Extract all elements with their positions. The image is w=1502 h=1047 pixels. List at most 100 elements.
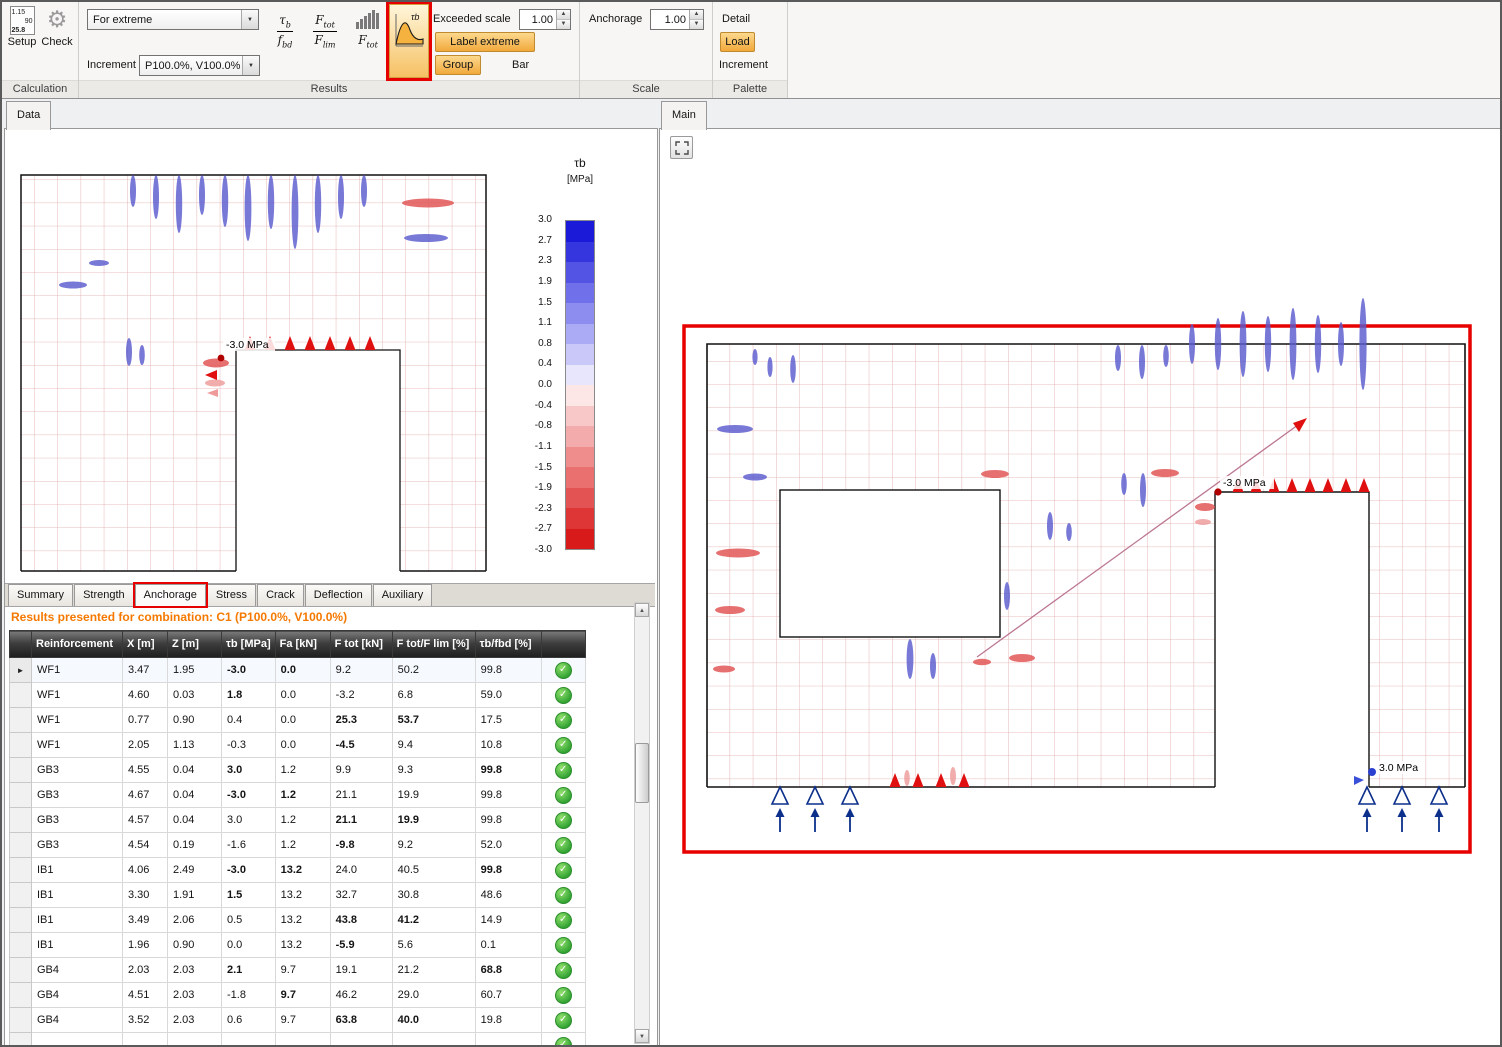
scroll-up-icon[interactable]: ▲ <box>635 603 649 617</box>
tab-main[interactable]: Main <box>661 101 707 130</box>
row-selector[interactable] <box>10 933 32 958</box>
table-row[interactable]: IB14.062.49-3.013.224.040.599.8✓ <box>10 858 586 883</box>
table-cell: 0.19 <box>168 833 222 858</box>
column-header[interactable]: Fa [kN] <box>275 631 330 658</box>
column-header[interactable]: Reinforcement <box>32 631 123 658</box>
table-cell: 59.0 <box>475 683 541 708</box>
row-selector[interactable] <box>10 858 32 883</box>
row-selector[interactable] <box>10 808 32 833</box>
table-cell: 9.9 <box>330 758 392 783</box>
column-header[interactable]: τb/fbd [%] <box>475 631 541 658</box>
row-selector[interactable] <box>10 908 32 933</box>
status-ok-icon: ✓ <box>555 837 572 854</box>
row-selector[interactable] <box>10 983 32 1008</box>
row-selector[interactable] <box>10 708 32 733</box>
status-cell: ✓ <box>541 958 585 983</box>
setup-icon: 1.15 90 25.8 <box>10 6 35 35</box>
colorbar-tick: 1.5 <box>538 297 552 308</box>
setup-button[interactable]: 1.15 90 25.8 Setup <box>5 6 39 62</box>
check-button[interactable]: ⚙ Check <box>40 6 74 62</box>
increment-select[interactable]: P100.0%, V100.0% ▼ <box>139 55 260 76</box>
column-header[interactable]: F tot [kN] <box>330 631 392 658</box>
row-selector[interactable] <box>10 833 32 858</box>
row-selector[interactable] <box>10 783 32 808</box>
table-cell: 48.6 <box>475 883 541 908</box>
ftot-over-flim-button[interactable]: Ftot Flim <box>305 8 345 54</box>
header-selector[interactable] <box>10 631 32 658</box>
ftot-button[interactable]: Ftot <box>349 8 387 60</box>
table-cell: 1.5 <box>222 883 276 908</box>
row-selector[interactable] <box>10 958 32 983</box>
group-button[interactable]: Group <box>435 55 481 75</box>
palette-increment-option[interactable]: Increment <box>719 59 768 71</box>
colorbar-tick: 1.9 <box>538 276 552 287</box>
table-row[interactable]: WF12.051.13-0.30.0-4.59.410.8✓ <box>10 733 586 758</box>
table-row[interactable]: IB11.960.900.013.2-5.95.60.1✓ <box>10 933 586 958</box>
table-row[interactable]: GB42.032.032.19.719.121.268.8✓ <box>10 958 586 983</box>
result-tab-strength[interactable]: Strength <box>74 584 134 606</box>
table-cell: 21.1 <box>330 808 392 833</box>
exceeded-scale-spinner[interactable]: 1.00 ▲▼ <box>519 9 571 30</box>
table-row[interactable]: GB34.570.043.01.221.119.999.8✓ <box>10 808 586 833</box>
tab-data[interactable]: Data <box>6 101 51 130</box>
header-status[interactable] <box>541 631 585 658</box>
table-cell: 40.0 <box>392 1008 475 1033</box>
table-cell: 2.49 <box>168 858 222 883</box>
result-tab-summary[interactable]: Summary <box>8 584 73 606</box>
spin-up-icon[interactable]: ▲ <box>557 10 570 20</box>
table-scrollbar[interactable]: ▲ ▼ <box>634 602 650 1044</box>
row-selector[interactable] <box>10 1033 32 1047</box>
tb-diagram-button[interactable]: τb <box>389 4 429 78</box>
spin-up-icon[interactable]: ▲ <box>690 10 703 20</box>
increment-label: Increment <box>87 59 136 71</box>
table-cell <box>330 1033 392 1047</box>
result-tab-deflection[interactable]: Deflection <box>305 584 372 606</box>
table-cell: 1.8 <box>222 683 276 708</box>
scroll-down-icon[interactable]: ▼ <box>635 1029 649 1043</box>
palette-load-button[interactable]: Load <box>720 32 755 52</box>
table-row[interactable]: GB44.512.03-1.89.746.229.060.7✓ <box>10 983 586 1008</box>
fit-view-button[interactable] <box>670 136 693 159</box>
table-row[interactable]: GB34.540.19-1.61.2-9.89.252.0✓ <box>10 833 586 858</box>
spin-down-icon[interactable]: ▼ <box>557 20 570 29</box>
column-header[interactable]: X [m] <box>123 631 168 658</box>
result-tab-anchorage[interactable]: Anchorage <box>135 584 206 606</box>
result-tab-stress[interactable]: Stress <box>207 584 256 606</box>
table-row[interactable]: ✓ <box>10 1033 586 1047</box>
ribbon-spacer <box>788 2 1500 98</box>
row-selector[interactable]: ► <box>10 658 32 683</box>
anchorage-scale-spinner[interactable]: 1.00 ▲▼ <box>650 9 704 30</box>
column-header[interactable]: τb [MPa] <box>222 631 276 658</box>
row-selector[interactable] <box>10 883 32 908</box>
palette-detail-option[interactable]: Detail <box>722 13 750 25</box>
table-row[interactable]: ►WF13.471.95-3.00.09.250.299.8✓ <box>10 658 586 683</box>
colorbar-tick: -0.8 <box>535 420 552 431</box>
result-tab-auxiliary[interactable]: Auxiliary <box>373 584 433 606</box>
extreme-select[interactable]: For extreme ▼ <box>87 9 259 30</box>
tb-over-fbd-button[interactable]: τb fbd <box>267 8 303 54</box>
extreme-point-positive <box>1368 768 1376 776</box>
row-selector[interactable] <box>10 1008 32 1033</box>
row-selector[interactable] <box>10 683 32 708</box>
table-row[interactable]: IB13.301.911.513.232.730.848.6✓ <box>10 883 586 908</box>
app-window: 1.15 90 25.8 Setup ⚙ Check Calculation F… <box>0 0 1502 1047</box>
table-row[interactable]: GB34.550.043.01.29.99.399.8✓ <box>10 758 586 783</box>
table-cell <box>392 1033 475 1047</box>
table-row[interactable]: GB34.670.04-3.01.221.119.999.8✓ <box>10 783 586 808</box>
table-cell: 99.8 <box>475 658 541 683</box>
spin-down-icon[interactable]: ▼ <box>690 20 703 29</box>
column-header[interactable]: Z [m] <box>168 631 222 658</box>
result-tab-crack[interactable]: Crack <box>257 584 304 606</box>
scroll-thumb[interactable] <box>635 743 649 803</box>
column-header[interactable]: F tot/F lim [%] <box>392 631 475 658</box>
status-ok-icon: ✓ <box>555 937 572 954</box>
table-row[interactable]: WF10.770.900.40.025.353.717.5✓ <box>10 708 586 733</box>
table-cell: 99.8 <box>475 758 541 783</box>
row-selector[interactable] <box>10 758 32 783</box>
table-row[interactable]: IB13.492.060.513.243.841.214.9✓ <box>10 908 586 933</box>
table-row[interactable]: WF14.600.031.80.0-3.26.859.0✓ <box>10 683 586 708</box>
extreme-value-label-positive: 3.0 MPa <box>1379 762 1418 774</box>
table-row[interactable]: GB43.522.030.69.763.840.019.8✓ <box>10 1008 586 1033</box>
label-extreme-button[interactable]: Label extreme <box>435 32 535 52</box>
row-selector[interactable] <box>10 733 32 758</box>
